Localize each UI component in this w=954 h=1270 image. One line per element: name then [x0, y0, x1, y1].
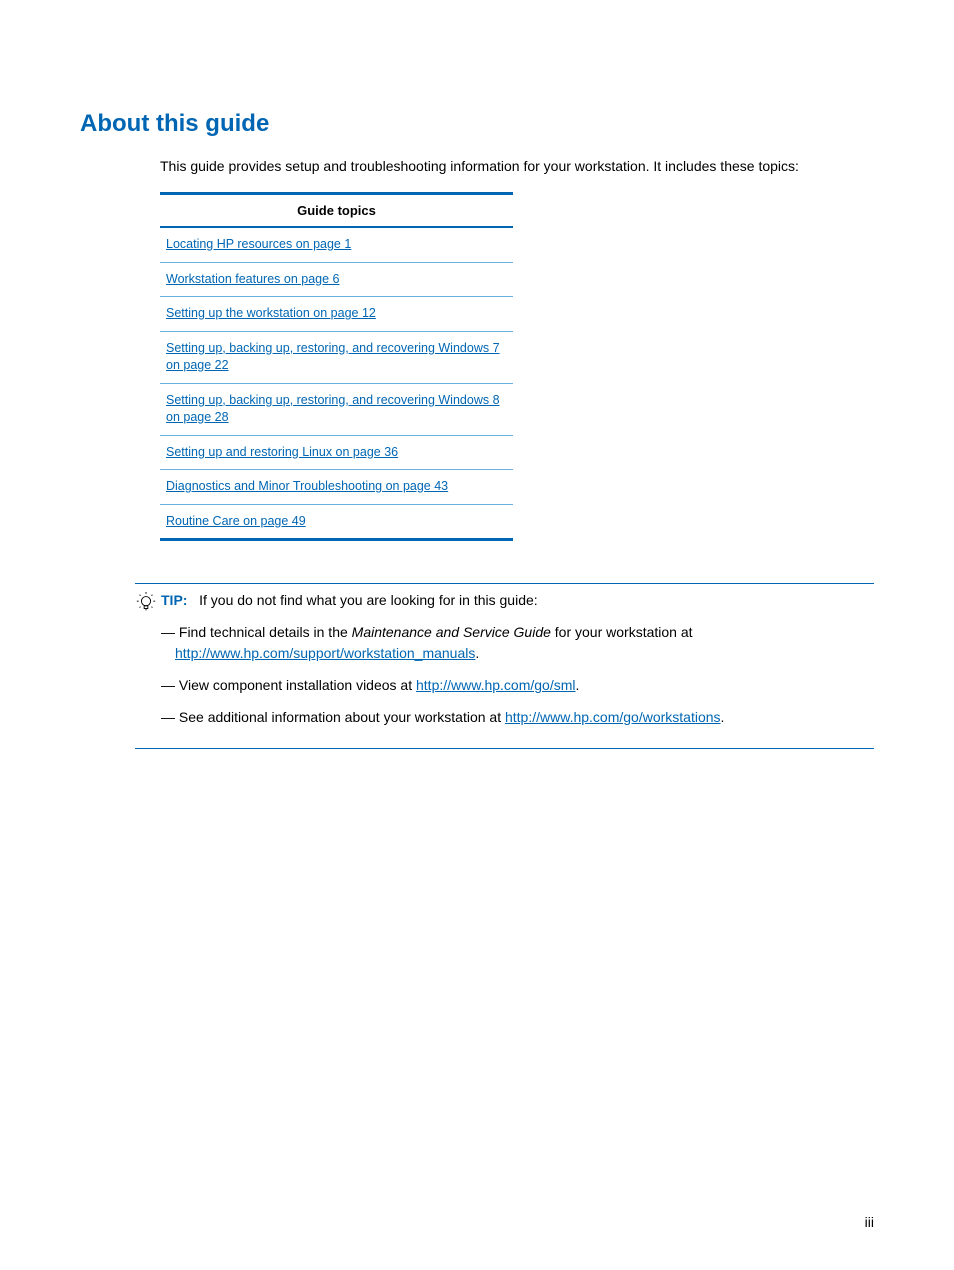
workstations-link[interactable]: http://www.hp.com/go/workstations: [505, 709, 721, 725]
topic-link[interactable]: Diagnostics and Minor Troubleshooting on…: [166, 479, 448, 493]
tip-callout: TIP: If you do not find what you are loo…: [135, 583, 874, 749]
tip-line-2: — View component installation videos at …: [161, 675, 874, 697]
manuals-link[interactable]: http://www.hp.com/support/workstation_ma…: [175, 645, 475, 661]
page-heading: About this guide: [80, 110, 874, 138]
lightbulb-icon: [135, 592, 157, 619]
page-number: iii: [865, 1214, 874, 1230]
topic-link[interactable]: Routine Care on page 49: [166, 514, 306, 528]
tip-intro-text: If you do not find what you are looking …: [199, 592, 538, 608]
table-header: Guide topics: [160, 194, 513, 228]
tip-intro-line: TIP: If you do not find what you are loo…: [161, 590, 874, 612]
intro-paragraph: This guide provides setup and troublesho…: [160, 158, 874, 174]
tip-label: TIP:: [161, 592, 187, 608]
topic-link[interactable]: Setting up, backing up, restoring, and r…: [166, 341, 500, 373]
topic-link[interactable]: Setting up, backing up, restoring, and r…: [166, 393, 500, 425]
tip-line-1: — Find technical details in the Maintena…: [161, 622, 874, 665]
guide-topics-table: Guide topics Locating HP resources on pa…: [160, 192, 513, 541]
topic-link[interactable]: Workstation features on page 6: [166, 272, 340, 286]
sml-link[interactable]: http://www.hp.com/go/sml: [416, 677, 576, 693]
topic-link[interactable]: Setting up the workstation on page 12: [166, 306, 376, 320]
guide-title-italic: Maintenance and Service Guide: [352, 624, 551, 640]
tip-line-3: — See additional information about your …: [161, 707, 874, 729]
topic-link[interactable]: Setting up and restoring Linux on page 3…: [166, 445, 398, 459]
topic-link[interactable]: Locating HP resources on page 1: [166, 237, 351, 251]
